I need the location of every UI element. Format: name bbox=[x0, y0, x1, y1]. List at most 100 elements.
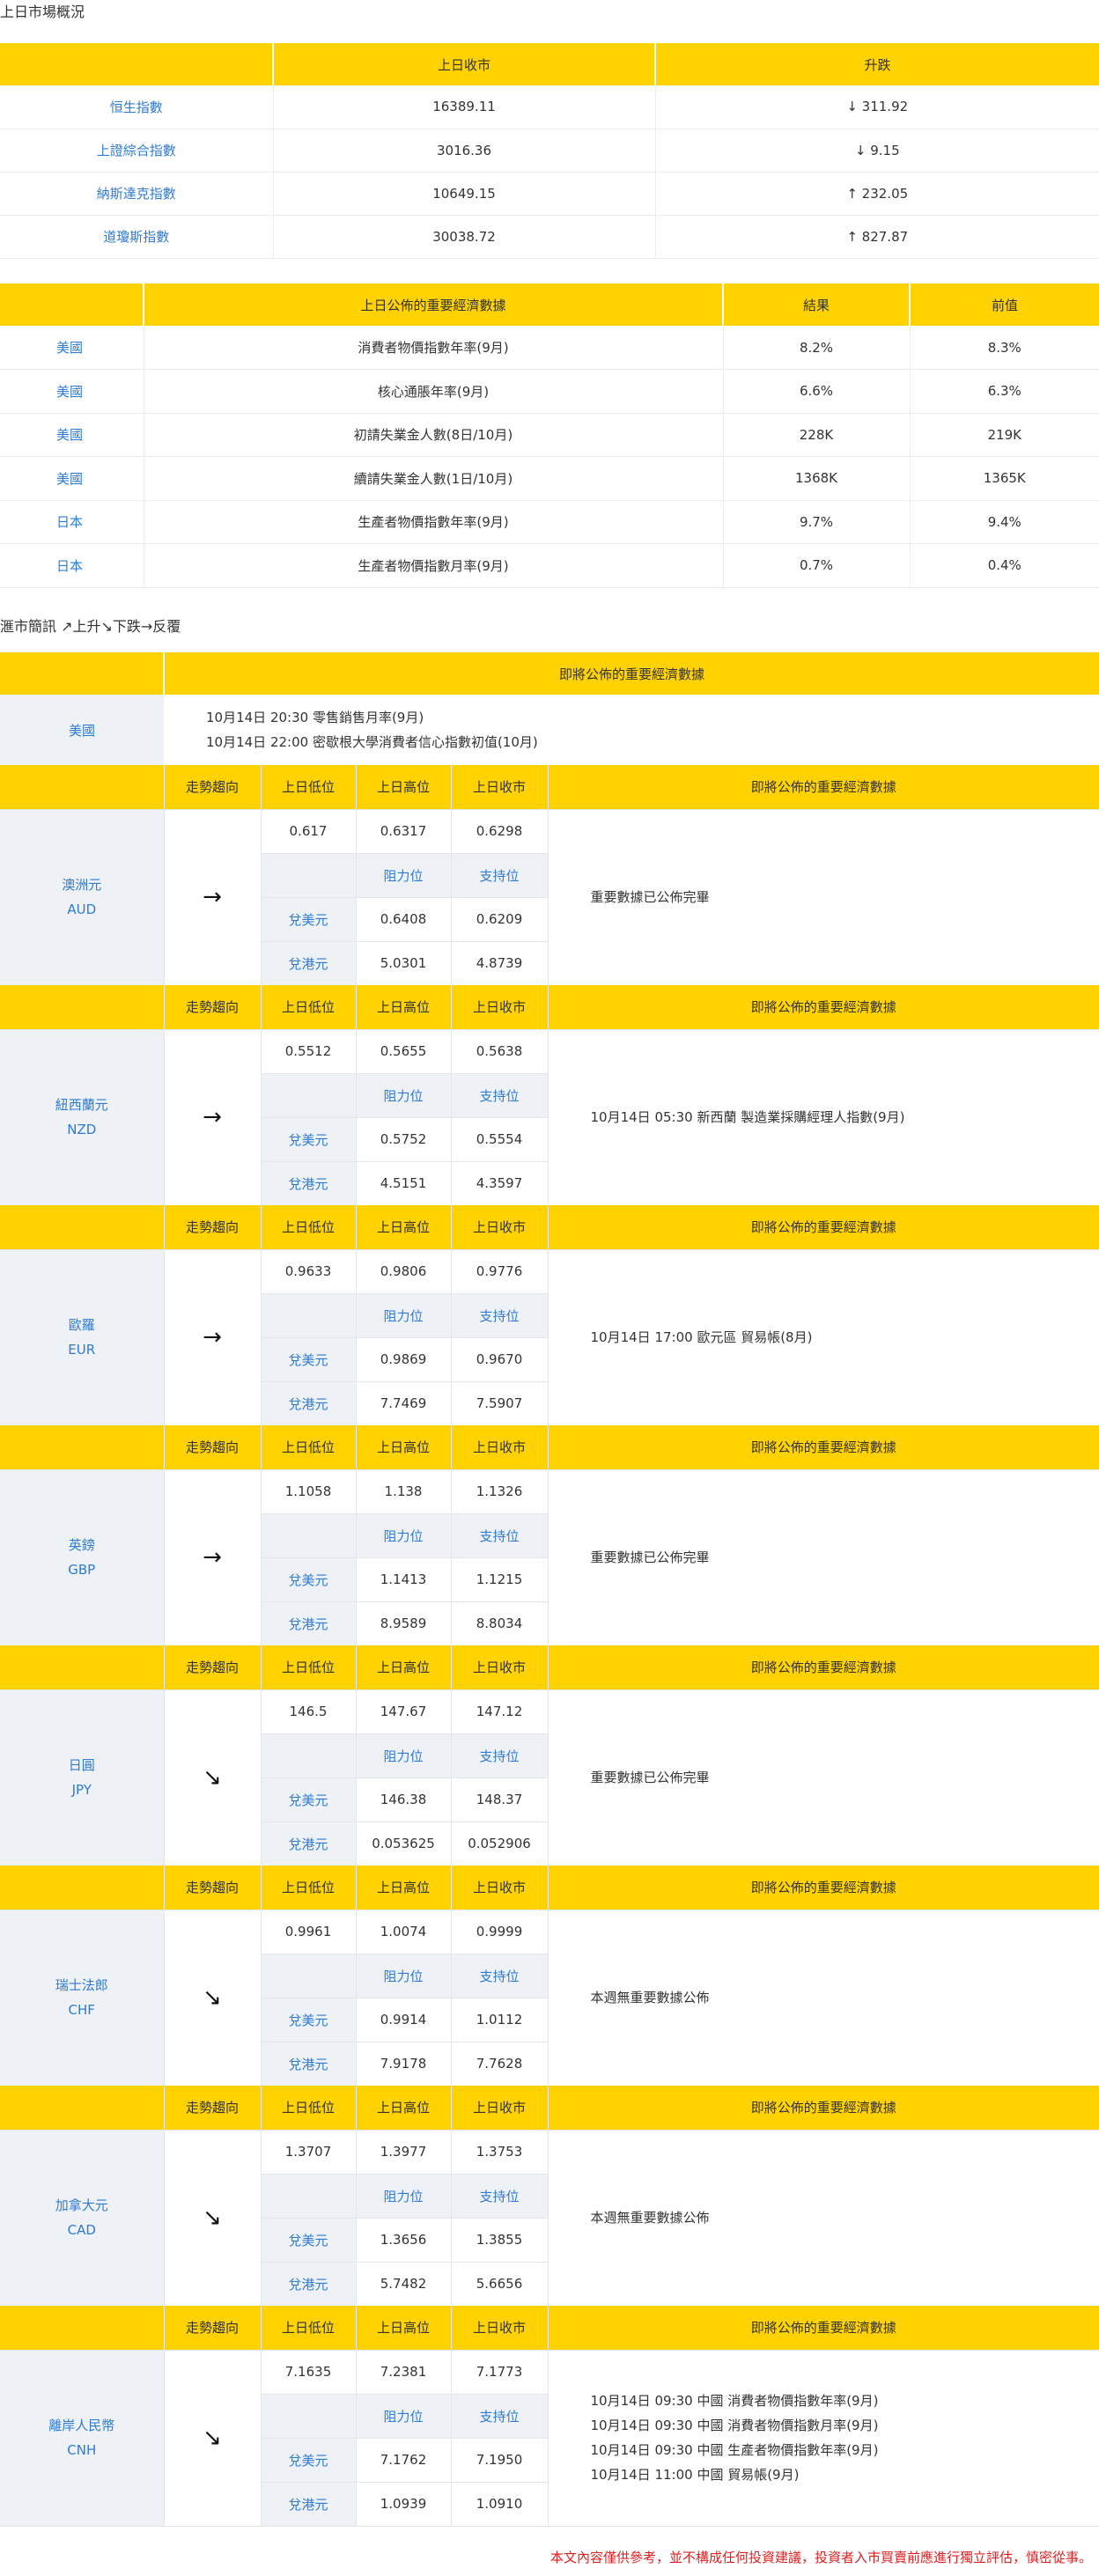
country: 美國 bbox=[0, 456, 144, 501]
indicator: 核心通脹年率(9月) bbox=[143, 369, 723, 414]
index-change: ↓ 9.15 bbox=[654, 129, 1099, 173]
prev-low: 7.1635 bbox=[260, 2350, 356, 2395]
column-header: 上日高位 bbox=[355, 1645, 451, 1690]
hkd-resistance: 4.5151 bbox=[355, 1161, 451, 1206]
hkd-resistance: 7.9178 bbox=[355, 2042, 451, 2087]
table-row: 離岸人民幣 CNH ↘ 7.1635 7.2381 7.1773 10月14日 09:30 … bbox=[0, 2350, 1099, 2527]
table-row: 恒生指數 16389.11 ↓ 311.92 bbox=[0, 85, 1099, 129]
column-header bbox=[0, 43, 273, 85]
currency-block-gbp: 走勢趨向 上日低位 上日高位 上日收市 即將公佈的重要經濟數據 英鎊 GBP → 1.1058 1… bbox=[0, 1425, 1099, 1646]
prev-close: 0.6298 bbox=[450, 809, 548, 854]
country: 美國 bbox=[0, 695, 164, 765]
currency-name: 離岸人民幣 CNH bbox=[0, 2350, 164, 2527]
prev-low: 1.3707 bbox=[260, 2130, 356, 2175]
table-row: 美國 10月14日 20:30 零售銷售月率(9月) 10月14日 22:00 … bbox=[0, 695, 1099, 765]
column-header: 走勢趨向 bbox=[163, 1645, 261, 1690]
column-header: 上日高位 bbox=[355, 765, 451, 810]
economic-data-table: 上日公佈的重要經濟數據 結果 前值 美國 消費者物價指數年率(9月) 8.2% … bbox=[0, 283, 1099, 588]
usd-support: 0.9670 bbox=[450, 1337, 548, 1382]
currency-code: AUD bbox=[67, 902, 97, 917]
event-item: 10月14日 09:30 中國 消費者物價指數年率(9月) bbox=[590, 2393, 879, 2409]
column-header bbox=[0, 652, 164, 695]
table-header-row: 走勢趨向 上日低位 上日高位 上日收市 即將公佈的重要經濟數據 bbox=[0, 985, 1099, 1030]
vs-usd-label: 兌美元 bbox=[260, 2218, 356, 2263]
event-item: 10月14日 11:00 中國 貿易帳(9月) bbox=[590, 2467, 800, 2483]
currency-code: CNH bbox=[67, 2442, 97, 2458]
column-header: 走勢趨向 bbox=[163, 985, 261, 1030]
event-item: 10月14日 05:30 新西蘭 製造業採購經理人指數(9月) bbox=[590, 1109, 905, 1125]
table-header-row: 走勢趨向 上日低位 上日高位 上日收市 即將公佈的重要經濟數據 bbox=[0, 1645, 1099, 1690]
level-label bbox=[260, 1073, 356, 1118]
currency-block-cnh: 走勢趨向 上日低位 上日高位 上日收市 即將公佈的重要經濟數據 離岸人民幣 CNH ↘ 7.16… bbox=[0, 2306, 1099, 2527]
vs-hkd-label: 兌港元 bbox=[260, 2042, 356, 2087]
prev-high: 1.138 bbox=[355, 1469, 451, 1514]
usd-resistance: 0.9869 bbox=[355, 1337, 451, 1382]
event-list: 10月14日 05:30 新西蘭 製造業採購經理人指數(9月) bbox=[547, 1029, 1099, 1206]
index-close: 3016.36 bbox=[272, 129, 655, 173]
trend-arrow-icon: → bbox=[163, 1469, 261, 1646]
country: 美國 bbox=[0, 413, 144, 457]
column-header bbox=[0, 2086, 164, 2131]
column-header: 即將公佈的重要經濟數據 bbox=[547, 1425, 1099, 1470]
indicator: 初請失業金人數(8日/10月) bbox=[143, 413, 723, 457]
index-name: 道瓊斯指數 bbox=[0, 215, 273, 259]
column-header: 上日收市 bbox=[450, 1866, 548, 1910]
vs-hkd-label: 兌港元 bbox=[260, 941, 356, 986]
currency-name: 歐羅 EUR bbox=[0, 1249, 164, 1426]
currency-block-chf: 走勢趨向 上日低位 上日高位 上日收市 即將公佈的重要經濟數據 瑞士法郎 CHF ↘ 0.996… bbox=[0, 1866, 1099, 2087]
usd-support: 0.6209 bbox=[450, 897, 548, 942]
index-name: 恒生指數 bbox=[0, 85, 273, 129]
currency-name: 瑞士法郎 CHF bbox=[0, 1910, 164, 2087]
previous: 0.4% bbox=[909, 543, 1099, 588]
level-label bbox=[260, 853, 356, 898]
vs-usd-label: 兌美元 bbox=[260, 2438, 356, 2483]
fx-legend: 滙市簡訊 ↗上升↘下跌→反覆 bbox=[0, 618, 181, 635]
event-item: 重要數據已公佈完畢 bbox=[590, 1770, 710, 1785]
result: 9.7% bbox=[722, 500, 910, 544]
currency-name-zh: 離岸人民幣 bbox=[48, 2418, 115, 2433]
indicator: 續請失業金人數(1日/10月) bbox=[143, 456, 723, 501]
vs-hkd-label: 兌港元 bbox=[260, 1822, 356, 1866]
column-header: 上日收市 bbox=[450, 2306, 548, 2351]
table-row: 澳洲元 AUD → 0.617 0.6317 0.6298 重要數據已公佈完畢 bbox=[0, 809, 1099, 986]
event-item: 10月14日 22:00 密歇根大學消費者信心指數初值(10月) bbox=[206, 734, 538, 750]
currency-name: 澳洲元 AUD bbox=[0, 809, 164, 986]
event-item: 重要數據已公佈完畢 bbox=[590, 1549, 710, 1565]
currency-code: CHF bbox=[68, 2002, 95, 2018]
index-name: 上證綜合指數 bbox=[0, 129, 273, 173]
column-header: 即將公佈的重要經濟數據 bbox=[547, 1866, 1099, 1910]
resistance-label: 阻力位 bbox=[355, 2394, 451, 2439]
prev-low: 1.1058 bbox=[260, 1469, 356, 1514]
result: 1368K bbox=[722, 456, 910, 501]
hkd-resistance: 5.7482 bbox=[355, 2262, 451, 2307]
currency-code: JPY bbox=[71, 1782, 92, 1798]
hkd-support: 7.5907 bbox=[450, 1381, 548, 1426]
level-label bbox=[260, 1513, 356, 1558]
prev-high: 7.2381 bbox=[355, 2350, 451, 2395]
trend-arrow-icon: ↘ bbox=[163, 1689, 261, 1866]
previous: 219K bbox=[909, 413, 1099, 457]
usd-resistance: 7.1762 bbox=[355, 2438, 451, 2483]
hkd-support: 1.0910 bbox=[450, 2482, 548, 2527]
level-label bbox=[260, 2394, 356, 2439]
hkd-resistance: 8.9589 bbox=[355, 1601, 451, 1646]
column-header: 即將公佈的重要經濟數據 bbox=[547, 2086, 1099, 2131]
event-item: 重要數據已公佈完畢 bbox=[590, 889, 710, 905]
indicator: 生產者物價指數月率(9月) bbox=[143, 543, 723, 588]
previous: 8.3% bbox=[909, 326, 1099, 370]
support-label: 支持位 bbox=[450, 1073, 548, 1118]
vs-hkd-label: 兌港元 bbox=[260, 1381, 356, 1426]
result: 6.6% bbox=[722, 369, 910, 414]
column-header: 即將公佈的重要經濟數據 bbox=[163, 652, 1099, 695]
usd-resistance: 0.9914 bbox=[355, 1998, 451, 2042]
vs-usd-label: 兌美元 bbox=[260, 897, 356, 942]
prev-high: 0.5655 bbox=[355, 1029, 451, 1074]
trend-arrow-icon: ↘ bbox=[163, 2350, 261, 2527]
currency-name: 紐西蘭元 NZD bbox=[0, 1029, 164, 1206]
column-header: 上日收市 bbox=[450, 1425, 548, 1470]
hkd-support: 0.052906 bbox=[450, 1822, 548, 1866]
prev-high: 1.0074 bbox=[355, 1910, 451, 1954]
column-header: 上日收市 bbox=[450, 985, 548, 1030]
column-header: 上日低位 bbox=[260, 765, 356, 810]
prev-low: 0.617 bbox=[260, 809, 356, 854]
